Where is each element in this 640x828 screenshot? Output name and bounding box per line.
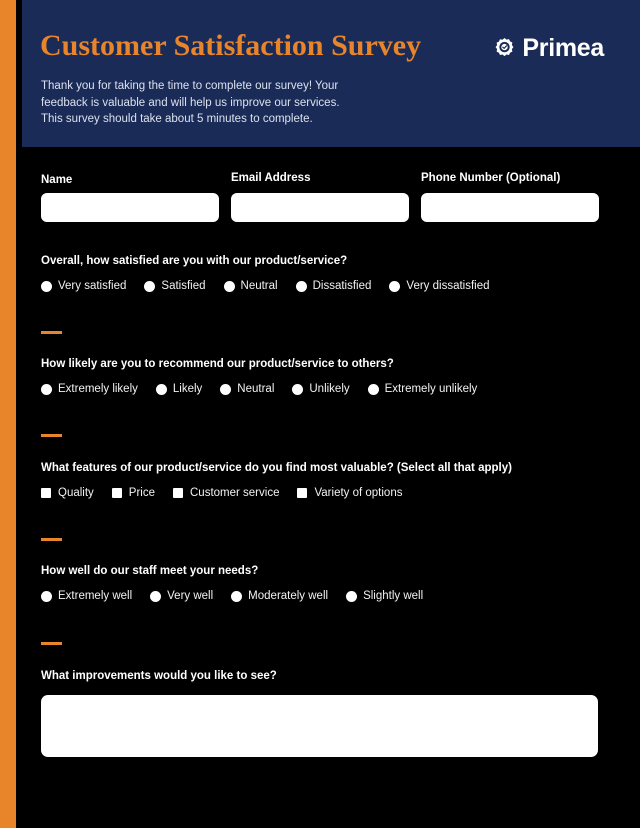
radio-option[interactable]: Very well [150, 590, 213, 602]
radio-option[interactable]: Slightly well [346, 590, 423, 602]
intro-line-2: feedback is valuable and will help us im… [41, 96, 340, 109]
section-divider [41, 538, 62, 541]
intro-line-3: This survey should take about 5 minutes … [41, 113, 313, 125]
radio-icon[interactable] [346, 590, 358, 602]
radio-option[interactable]: Likely [155, 383, 203, 395]
survey-intro-text: Thank you for taking the time to complet… [41, 78, 411, 128]
radio-icon[interactable] [231, 590, 243, 602]
radio-option[interactable]: Moderately well [231, 590, 328, 602]
question-valuable-features: What features of our product/service do … [41, 462, 621, 499]
phone-label: Phone Number (Optional) [421, 172, 561, 184]
question-improvements: What improvements would you like to see? [41, 670, 621, 757]
option-label: Neutral [240, 280, 278, 292]
question-title: What improvements would you like to see? [41, 670, 277, 682]
options-row: Extremely well Very well Moderately well… [41, 590, 621, 602]
section-divider [41, 331, 62, 334]
radio-icon[interactable] [41, 590, 52, 602]
radio-icon[interactable] [150, 590, 162, 602]
checkbox-option[interactable]: Quality [41, 487, 94, 499]
question-title: What features of our product/service do … [41, 462, 512, 474]
radio-icon[interactable] [144, 280, 156, 292]
option-label: Moderately well [248, 590, 329, 602]
checkbox-icon[interactable] [173, 488, 183, 498]
phone-input[interactable] [421, 193, 599, 222]
radio-icon[interactable] [292, 383, 304, 395]
radio-option[interactable]: Extremely likely [41, 383, 138, 395]
checkbox-icon[interactable] [41, 488, 51, 498]
option-label: Likely [172, 383, 203, 395]
option-label: Very well [167, 590, 214, 602]
checkbox-option[interactable]: Variety of options [297, 487, 402, 499]
radio-option[interactable]: Very dissatisfied [389, 280, 490, 292]
radio-option[interactable]: Extremely well [41, 590, 132, 602]
left-accent-stripe [0, 0, 16, 828]
option-label: Very dissatisfied [406, 280, 490, 292]
option-label: Very satisfied [58, 280, 127, 292]
option-label: Dissatisfied [312, 280, 372, 292]
phone-field-group: Phone Number (Optional) [421, 172, 599, 222]
page-title: Customer Satisfaction Survey [40, 29, 422, 62]
brand-name: Primea [522, 34, 604, 62]
brand-logo: Primea [493, 36, 604, 61]
radio-icon[interactable] [223, 280, 235, 292]
radio-option[interactable]: Very satisfied [41, 280, 126, 292]
question-title: How likely are you to recommend our prod… [41, 358, 394, 370]
question-satisfaction: Overall, how satisfied are you with our … [41, 255, 621, 292]
name-label: Name [41, 174, 73, 186]
radio-option[interactable]: Dissatisfied [295, 280, 372, 292]
email-field-group: Email Address [231, 172, 409, 222]
options-row: Quality Price Customer service Variety o… [41, 487, 621, 499]
improvements-textarea[interactable] [41, 695, 598, 757]
radio-option[interactable]: Unlikely [292, 383, 350, 395]
radio-icon[interactable] [367, 383, 379, 395]
question-recommend: How likely are you to recommend our prod… [41, 358, 621, 395]
option-label: Satisfied [161, 280, 206, 292]
radio-option[interactable]: Satisfied [144, 280, 206, 292]
radio-icon[interactable] [389, 280, 401, 292]
section-divider [41, 434, 62, 437]
question-title: Overall, how satisfied are you with our … [41, 255, 348, 267]
intro-line-1: Thank you for taking the time to complet… [41, 80, 339, 92]
email-label: Email Address [231, 172, 311, 184]
option-label: Variety of options [314, 487, 403, 499]
option-label: Extremely unlikely [384, 383, 478, 395]
radio-option[interactable]: Neutral [220, 383, 274, 395]
option-label: Slightly well [363, 590, 424, 602]
radio-icon[interactable] [41, 280, 52, 292]
radio-option[interactable]: Extremely unlikely [367, 383, 478, 395]
option-label: Neutral [237, 383, 275, 395]
radio-icon[interactable] [220, 383, 232, 395]
name-field-group: Name [41, 174, 219, 222]
option-label: Quality [58, 487, 94, 499]
option-label: Price [128, 487, 155, 499]
email-input[interactable] [231, 193, 409, 222]
options-row: Extremely likely Likely Neutral Unlikely… [41, 383, 621, 395]
question-staff: How well do our staff meet your needs? E… [41, 565, 621, 602]
question-title: How well do our staff meet your needs? [41, 565, 259, 577]
checkbox-icon[interactable] [297, 488, 308, 498]
option-label: Extremely likely [58, 383, 138, 395]
radio-icon[interactable] [155, 383, 167, 395]
gear-check-icon [495, 38, 514, 57]
radio-option[interactable]: Neutral [223, 280, 278, 292]
option-label: Extremely well [58, 590, 133, 602]
section-divider [41, 642, 62, 645]
survey-header: Customer Satisfaction Survey Thank you f… [22, 0, 640, 147]
option-label: Unlikely [309, 383, 350, 395]
options-row: Very satisfied Satisfied Neutral Dissati… [41, 280, 621, 292]
survey-form: Name Email Address Phone Number (Optiona… [22, 147, 640, 828]
option-label: Customer service [190, 487, 280, 499]
name-input[interactable] [41, 193, 219, 222]
checkbox-option[interactable]: Price [111, 487, 155, 499]
checkbox-option[interactable]: Customer service [173, 487, 279, 499]
contact-fields-row: Name Email Address Phone Number (Optiona… [22, 147, 640, 237]
checkbox-icon[interactable] [111, 488, 122, 498]
radio-icon[interactable] [41, 383, 52, 395]
radio-icon[interactable] [295, 280, 307, 292]
